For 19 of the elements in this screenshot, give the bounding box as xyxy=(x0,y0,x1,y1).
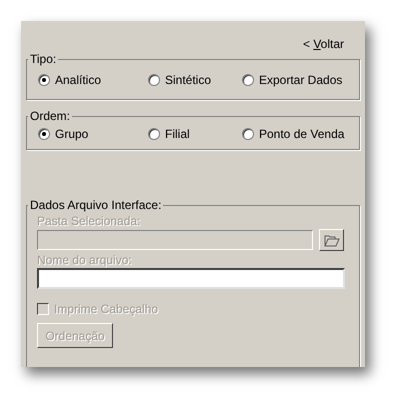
group-title: Ordem: xyxy=(29,108,72,125)
radio-button[interactable] xyxy=(148,74,160,86)
radio-label: Analítico xyxy=(55,72,102,89)
group-title: Tipo: xyxy=(29,51,58,68)
radio-button[interactable] xyxy=(38,74,50,86)
folder-button[interactable] xyxy=(319,229,344,251)
back-link[interactable]: < Voltar xyxy=(302,35,344,50)
folder-icon xyxy=(324,234,340,246)
radio-label: Exportar Dados xyxy=(259,72,342,89)
group-title: Dados Arquivo Interface: xyxy=(29,197,162,214)
radio-button[interactable] xyxy=(242,128,254,140)
radio-button[interactable] xyxy=(38,128,50,140)
radio-label: Grupo xyxy=(55,126,88,143)
radio-label: Filial xyxy=(165,126,190,143)
radio-label: Sintético xyxy=(165,72,212,89)
radio-label: Ponto de Venda xyxy=(259,126,344,143)
file-name-field[interactable] xyxy=(37,268,345,289)
radio-button[interactable] xyxy=(148,128,160,140)
radio-button[interactable] xyxy=(242,74,254,86)
